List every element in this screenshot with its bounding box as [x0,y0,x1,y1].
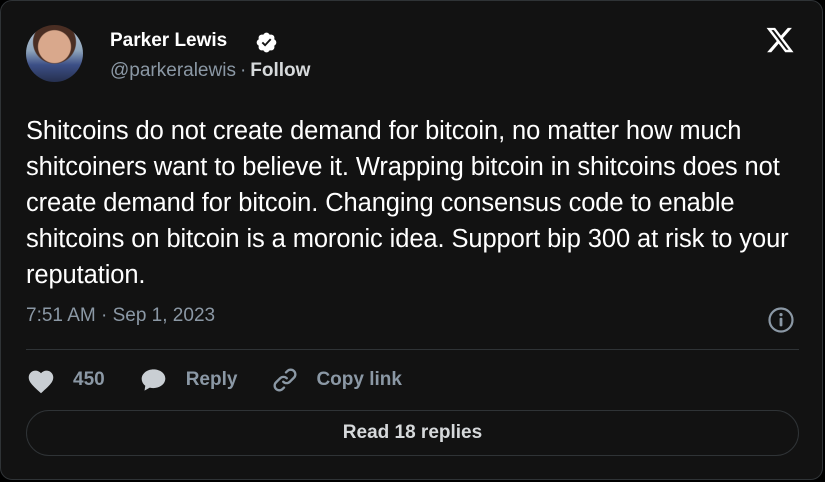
author-handle[interactable]: @parkeralewis [110,60,236,81]
read-replies-button[interactable]: Read 18 replies [26,410,799,456]
read-replies-label: Read 18 replies [342,422,483,443]
separator-dot: · [239,60,247,81]
info-icon[interactable] [767,306,795,334]
link-icon [273,368,297,392]
copy-link-button[interactable]: Copy link [271,366,402,394]
x-logo-icon[interactable] [764,25,796,55]
tweet-timestamp[interactable]: 7:51 AM · Sep 1, 2023 [26,305,215,327]
verified-badge-icon [256,32,277,53]
author-name[interactable]: Parker Lewis [110,30,227,52]
action-bar: 450 Reply Copy link [26,365,402,395]
tweet-card: Parker Lewis @parkeralewis · Follow Shitco… [0,0,823,480]
reply-label: Reply [185,369,238,390]
copy-link-label: Copy link [316,369,402,390]
avatar[interactable] [26,25,83,82]
like-count: 450 [73,369,105,390]
follow-button[interactable]: Follow [250,60,310,81]
like-button[interactable]: 450 [26,367,105,394]
handle-row: @parkeralewis · Follow [110,60,310,82]
tweet-text: Shitcoins do not create demand for bitco… [26,117,789,289]
speech-bubble-icon [141,369,166,391]
heart-icon [28,370,54,393]
reply-button[interactable]: Reply [139,367,238,393]
divider [26,349,799,350]
